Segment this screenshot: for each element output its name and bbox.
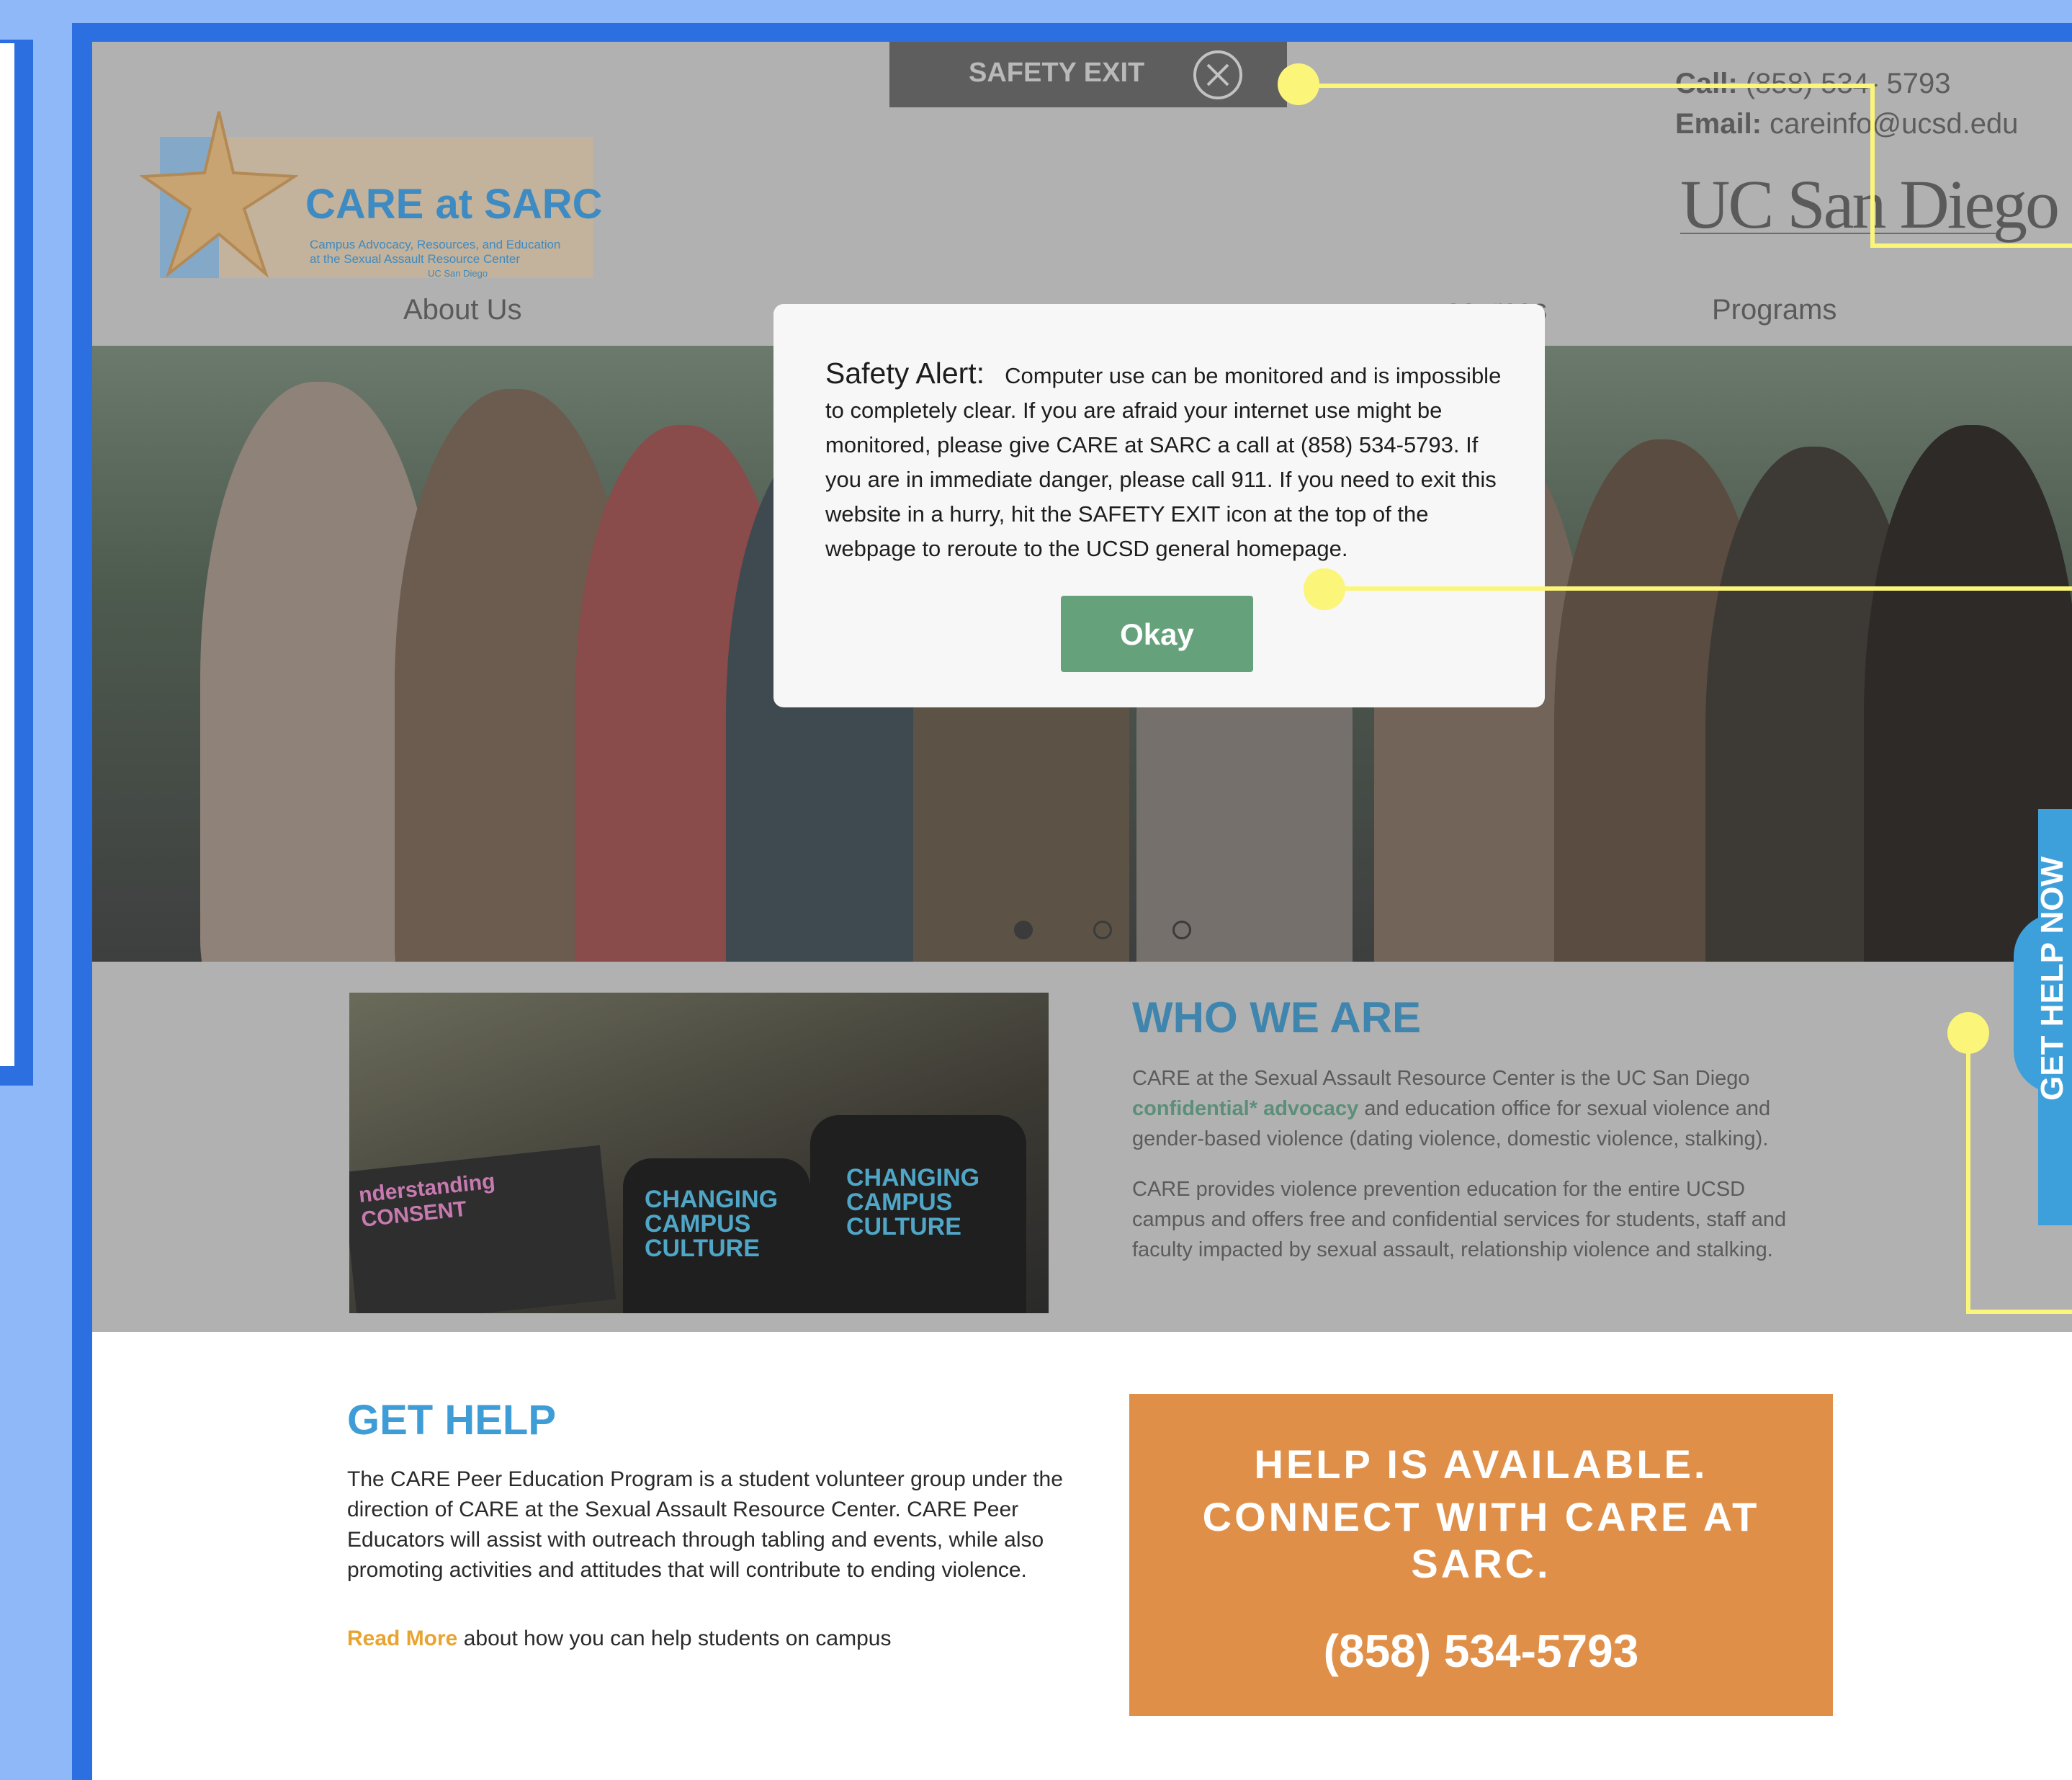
safety-alert-body: Computer use can be monitored and is imp…	[825, 363, 1502, 561]
consent-sign-text: nderstanding CONSENT	[357, 1169, 496, 1232]
shirt: CHANGING CAMPUS CULTURE	[810, 1115, 1026, 1313]
callout-dot	[1947, 1012, 1989, 1054]
contact-info: Call: (858) 534- 5793 Email: careinfo@uc…	[1675, 63, 2018, 144]
who-we-are-paragraph-2: CARE provides violence prevention educat…	[1132, 1178, 1787, 1261]
left-panel-fragment	[0, 43, 14, 1066]
starfish-icon	[140, 111, 298, 279]
carousel-dot-3[interactable]	[1172, 921, 1191, 939]
nav-programs[interactable]: Programs	[1712, 294, 1836, 326]
logo-subtitle-3: UC San Diego	[428, 268, 488, 279]
shirt: CHANGING CAMPUS CULTURE	[623, 1158, 810, 1313]
website-viewport: CARE at SARC Campus Advocacy, Resources,…	[92, 42, 2072, 1780]
safety-alert-modal: Safety Alert: Computer use can be monitor…	[773, 304, 1545, 707]
callout-line	[1299, 84, 1875, 88]
email-label: Email:	[1675, 108, 1762, 140]
callout-line	[1870, 243, 2072, 248]
callout-dot	[1278, 63, 1319, 105]
close-circle-icon	[1193, 50, 1242, 99]
get-help-paragraph: The CARE Peer Education Program is a stu…	[347, 1467, 1063, 1582]
logo-subtitle-1: Campus Advocacy, Resources, and Educatio…	[310, 238, 561, 251]
consent-sign: nderstanding CONSENT	[349, 1145, 616, 1313]
read-more-line: Read More about how you can help student…	[347, 1627, 891, 1651]
get-help-title: GET HELP	[347, 1397, 557, 1444]
ucsd-logo-underline	[1680, 233, 1996, 234]
read-more-text: about how you can help students on campu…	[457, 1627, 892, 1650]
get-help-now-label: GET HELP NOW	[2038, 857, 2070, 1101]
confidential-advocacy-link[interactable]: confidential* advocacy	[1132, 1097, 1358, 1120]
safety-exit-label: SAFETY EXIT	[969, 58, 1145, 88]
email-link[interactable]: careinfo@ucsd.edu	[1770, 108, 2018, 140]
carousel-dot-1[interactable]	[1014, 921, 1033, 939]
shirt-text: CHANGING CAMPUS CULTURE	[846, 1164, 980, 1240]
safety-alert-heading: Safety Alert:	[825, 357, 985, 390]
nav-about-us[interactable]: About Us	[403, 294, 522, 326]
banner-phone[interactable]: (858) 534-5793	[1129, 1624, 1833, 1678]
logo-subtitle-2: at the Sexual Assault Resource Center	[310, 252, 520, 266]
banner-line-2: CONNECT WITH CARE AT SARC.	[1202, 1494, 1760, 1586]
okay-button[interactable]: Okay	[1061, 596, 1253, 672]
get-help-now-tab[interactable]: GET HELP NOW	[2038, 809, 2072, 1225]
callout-line	[1966, 1032, 1970, 1314]
safety-exit-button[interactable]: SAFETY EXIT	[889, 42, 1287, 107]
shirt-text: CHANGING CAMPUS CULTURE	[645, 1186, 779, 1262]
callout-dot	[1304, 568, 1345, 610]
carousel-dot-2[interactable]	[1093, 921, 1112, 939]
help-available-banner[interactable]: HELP IS AVAILABLE. CONNECT WITH CARE AT …	[1129, 1394, 1833, 1716]
callout-line	[1870, 84, 1875, 248]
care-at-sarc-logo[interactable]: CARE at SARC Campus Advocacy, Resources,…	[140, 94, 603, 303]
who-we-are-paragraph-1: CARE at the Sexual Assault Resource Cent…	[1132, 1063, 1816, 1154]
read-more-link[interactable]: Read More	[347, 1627, 457, 1650]
callout-line	[1966, 1310, 2072, 1314]
who-we-are-title: WHO WE ARE	[1132, 993, 1422, 1042]
peer-educators-photo: nderstanding CONSENT CHANGING CAMPUS CUL…	[349, 993, 1049, 1313]
logo-title: CARE at SARC	[305, 181, 603, 228]
callout-line	[1324, 586, 2072, 591]
banner-line-1: HELP IS AVAILABLE.	[1254, 1441, 1708, 1487]
text: CARE at the Sexual Assault Resource Cent…	[1132, 1067, 1750, 1090]
safety-alert-text: Safety Alert: Computer use can be monitor…	[825, 356, 1502, 566]
